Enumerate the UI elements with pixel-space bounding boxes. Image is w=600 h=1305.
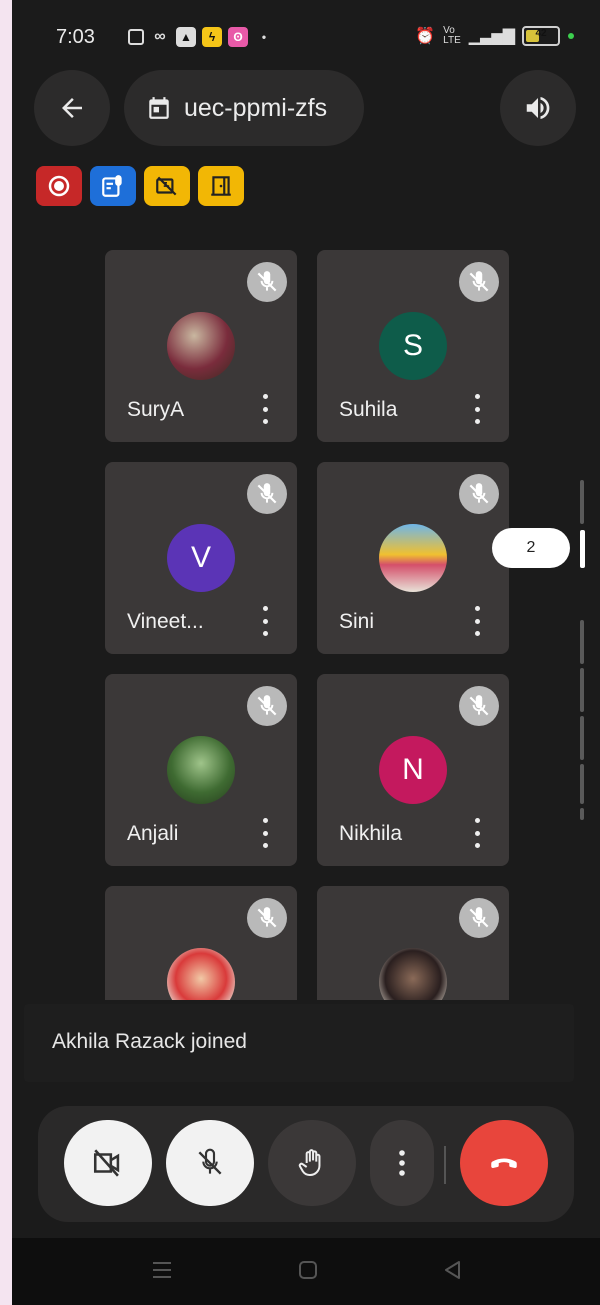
battery-level: 42 xyxy=(535,28,547,39)
participant-grid: SuryA S Suhila V Vineet... Sini Anjali N… xyxy=(105,250,509,1000)
participant-name: Suhila xyxy=(339,398,398,421)
audio-output-button[interactable] xyxy=(500,70,576,146)
mic-off-icon xyxy=(459,474,499,514)
call-top-bar: uec-ppmi-zfs xyxy=(12,68,600,148)
speaker-icon xyxy=(526,97,550,119)
participant-tile[interactable] xyxy=(317,886,509,1000)
record-icon xyxy=(48,175,70,197)
participant-initial-avatar: S xyxy=(379,312,447,380)
video-off-icon xyxy=(93,1149,120,1177)
hang-up-icon xyxy=(491,1158,517,1168)
arrow-left-icon xyxy=(62,98,82,118)
page-segment xyxy=(580,668,584,712)
system-nav-bar xyxy=(12,1238,600,1305)
calendar-icon xyxy=(149,97,169,119)
participant-tile[interactable]: Sini xyxy=(317,462,509,654)
page-segment xyxy=(580,764,584,804)
drive-icon: ▲ xyxy=(176,27,196,47)
lightning-app-icon: ϟ xyxy=(202,27,222,47)
participant-photo-avatar xyxy=(379,948,447,1000)
participant-more-button[interactable] xyxy=(261,394,269,424)
participant-more-button[interactable] xyxy=(473,394,481,424)
mic-off-icon xyxy=(247,262,287,302)
alarm-icon: ⏰ xyxy=(415,28,436,45)
mic-off-icon xyxy=(247,686,287,726)
call-controls xyxy=(38,1106,574,1222)
participant-photo-avatar xyxy=(167,736,235,804)
raise-hand-icon xyxy=(298,1149,321,1176)
participant-name: Nikhila xyxy=(339,822,403,845)
participant-tile[interactable]: V Vineet... xyxy=(105,462,297,654)
meeting-code: uec-ppmi-zfs xyxy=(184,93,328,122)
privacy-dot-icon xyxy=(568,33,574,39)
recents-icon[interactable] xyxy=(150,1258,174,1282)
participant-more-button[interactable] xyxy=(473,606,481,636)
join-notification-text: Akhila Razack joined xyxy=(52,1030,247,1053)
participant-name: Anjali xyxy=(127,822,179,845)
mic-off-icon xyxy=(459,686,499,726)
mic-off-icon xyxy=(247,898,287,938)
back-button[interactable] xyxy=(34,70,110,146)
edge-strip xyxy=(0,0,12,1305)
mic-off-icon xyxy=(247,474,287,514)
pink-app-icon: ʘ xyxy=(228,27,248,47)
participant-name: SuryA xyxy=(127,398,185,421)
screen-record-icon xyxy=(128,29,144,45)
camera-off-badge[interactable] xyxy=(144,166,190,206)
notification-icons: ∞ ▲ ϟ ʘ • xyxy=(128,27,274,47)
more-vert-icon xyxy=(399,1150,405,1176)
home-icon[interactable] xyxy=(296,1258,320,1282)
door-icon xyxy=(211,176,231,196)
status-time: 7:03 xyxy=(56,26,95,48)
meeting-info-button[interactable]: uec-ppmi-zfs xyxy=(124,70,364,146)
breakout-badge[interactable] xyxy=(198,166,244,206)
transcription-badge[interactable] xyxy=(90,166,136,206)
mic-toggle-button[interactable] xyxy=(166,1120,254,1206)
mic-off-icon xyxy=(198,1148,222,1175)
page-segment xyxy=(580,620,584,664)
infinity-icon: ∞ xyxy=(154,28,166,45)
participant-name: Vineet... xyxy=(127,610,204,633)
system-icons: ⏰ Vo LTE ▁▃▅▇ 42 xyxy=(415,26,574,46)
participant-photo-avatar xyxy=(167,312,235,380)
more-notifications-icon: • xyxy=(261,30,267,44)
participant-tile[interactable]: S Suhila xyxy=(317,250,509,442)
status-bar: 7:03 ∞ ▲ ϟ ʘ • ⏰ Vo LTE ▁▃▅▇ 42 xyxy=(12,0,600,74)
controls-divider xyxy=(444,1146,446,1184)
battery-icon: 42 xyxy=(522,26,560,46)
participant-name: Sini xyxy=(339,610,375,633)
page-scroll-thumb[interactable] xyxy=(580,530,585,568)
more-options-button[interactable] xyxy=(370,1120,434,1206)
page-number-bubble: 2 xyxy=(492,528,570,568)
leave-call-button[interactable] xyxy=(460,1120,548,1206)
page-segment xyxy=(580,716,584,760)
mic-off-icon xyxy=(459,262,499,302)
participant-tile[interactable]: Anjali xyxy=(105,674,297,866)
back-triangle-icon[interactable] xyxy=(440,1258,464,1282)
participant-tile[interactable]: SuryA xyxy=(105,250,297,442)
recording-badge[interactable] xyxy=(36,166,82,206)
video-off-icon xyxy=(156,176,177,196)
signal-icon: ▁▃▅▇ xyxy=(468,28,515,45)
participant-photo-avatar xyxy=(379,524,447,592)
participant-tile[interactable]: N Nikhila xyxy=(317,674,509,866)
mic-off-icon xyxy=(459,898,499,938)
volte-icon: Vo LTE xyxy=(443,25,461,46)
raise-hand-button[interactable] xyxy=(268,1120,356,1206)
participant-photo-avatar xyxy=(167,948,235,1000)
page-segment xyxy=(580,808,584,820)
join-notification: Akhila Razack joined xyxy=(24,1004,574,1082)
participant-initial-avatar: N xyxy=(379,736,447,804)
meet-screen: 7:03 ∞ ▲ ϟ ʘ • ⏰ Vo LTE ▁▃▅▇ 42 uec-ppmi-… xyxy=(0,0,600,1305)
camera-toggle-button[interactable] xyxy=(64,1120,152,1206)
participant-more-button[interactable] xyxy=(473,818,481,848)
participant-more-button[interactable] xyxy=(261,606,269,636)
participant-more-button[interactable] xyxy=(261,818,269,848)
page-segment xyxy=(580,480,584,524)
transcript-icon xyxy=(102,175,122,197)
meeting-indicators xyxy=(36,166,244,206)
participant-initial-avatar: V xyxy=(167,524,235,592)
participant-tile[interactable] xyxy=(105,886,297,1000)
